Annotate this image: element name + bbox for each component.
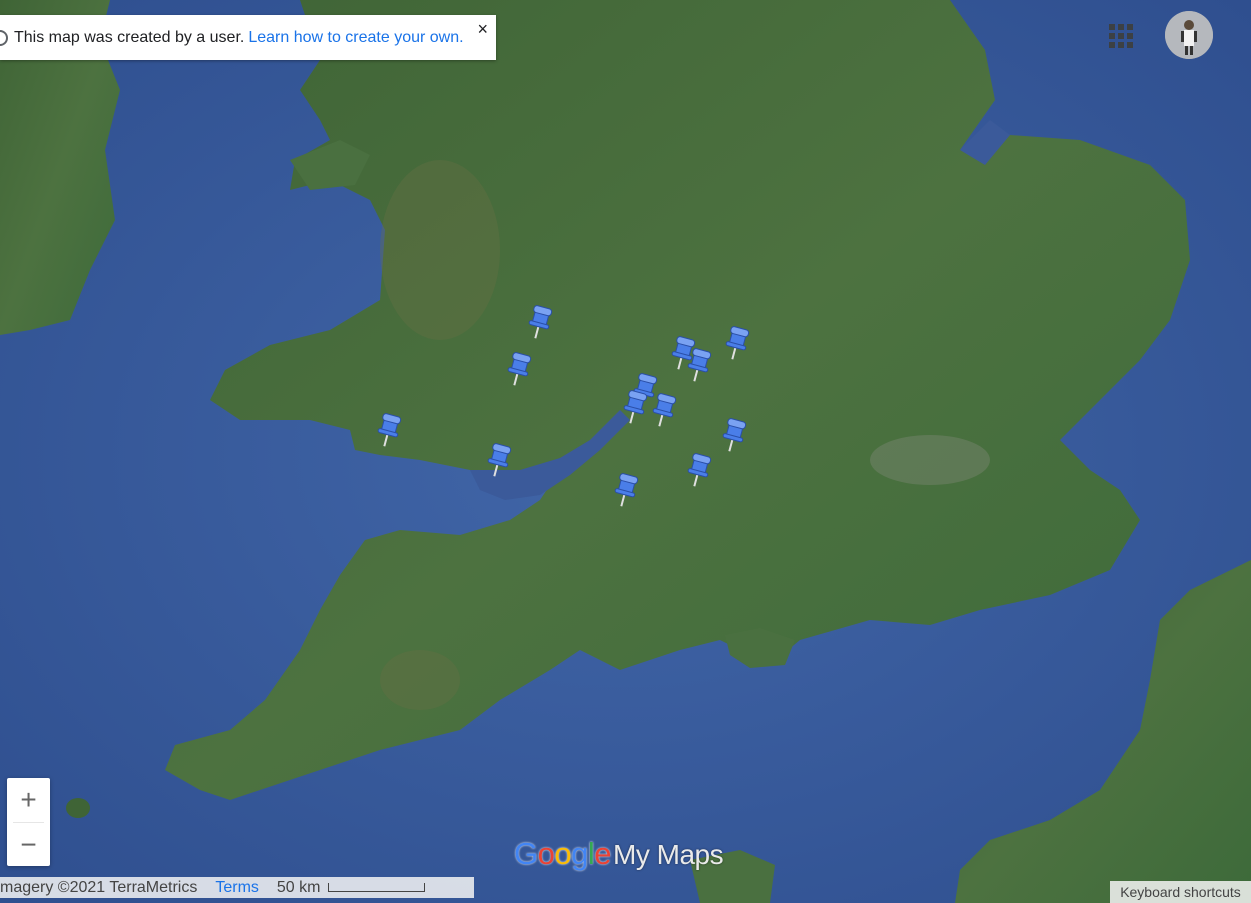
notice-icon <box>0 29 8 46</box>
zoom-control: + − <box>7 778 50 866</box>
google-my-maps-logo: GoogleMy Maps <box>514 836 724 872</box>
logo-letter: e <box>594 836 612 871</box>
terrain-london <box>870 435 990 485</box>
logo-letter: o <box>554 836 572 871</box>
scale-label: 50 km <box>276 878 321 896</box>
logo-letter: G <box>514 836 538 871</box>
notice-text: This map was created by a user. <box>14 28 245 46</box>
scale-bar[interactable] <box>328 883 426 892</box>
map-canvas[interactable] <box>0 0 1251 903</box>
map-footer: magery ©2021 TerraMetrics Terms 50 km <box>0 877 474 898</box>
keyboard-shortcuts-button[interactable]: Keyboard shortcuts <box>1110 881 1251 903</box>
land-scilly <box>66 798 90 818</box>
apps-grid-icon[interactable] <box>1109 24 1133 48</box>
account-avatar[interactable] <box>1165 11 1213 59</box>
avatar-figure-icon <box>1165 11 1213 59</box>
logo-letter: o <box>537 836 555 871</box>
imagery-attribution: magery ©2021 TerraMetrics <box>0 878 198 896</box>
zoom-in-button[interactable]: + <box>7 778 50 822</box>
close-icon[interactable]: × <box>477 19 488 40</box>
zoom-out-button[interactable]: − <box>7 823 50 867</box>
learn-more-link[interactable]: Learn how to create your own. <box>248 29 463 47</box>
terrain-wales <box>380 160 500 340</box>
terms-link[interactable]: Terms <box>215 879 259 897</box>
user-map-notice: This map was created by a user. Learn ho… <box>0 15 496 60</box>
logo-letter: g <box>571 836 588 871</box>
terrain-dartmoor <box>380 650 460 710</box>
logo-suffix: My Maps <box>613 839 724 870</box>
